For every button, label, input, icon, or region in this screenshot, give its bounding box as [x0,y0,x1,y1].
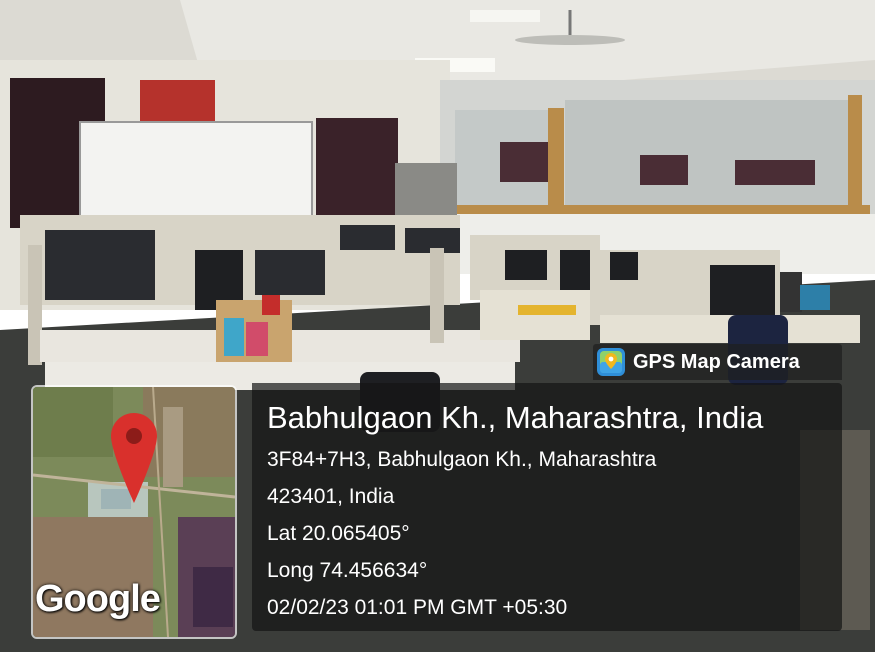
gps-map-camera-logo-icon [597,348,625,376]
longitude: Long 74.456634° [267,559,428,582]
badge-label: GPS Map Camera [633,350,800,373]
map-thumbnail: Google [31,385,237,639]
map-pin-icon [111,413,157,503]
latitude: Lat 20.065405° [267,522,410,545]
timestamp: 02/02/23 01:01 PM GMT +05:30 [267,596,568,619]
gps-map-camera-badge: GPS Map Camera [593,344,842,380]
address-line-1: 3F84+7H3, Babhulgaon Kh., Maharashtra [267,448,657,471]
google-logo: Google [35,578,161,620]
address-line-2: 423401, India [267,485,395,508]
place-name: Babhulgaon Kh., Maharashtra, India [267,400,764,435]
location-info-panel: Babhulgaon Kh., Maharashtra, India 3F84+… [252,383,842,631]
